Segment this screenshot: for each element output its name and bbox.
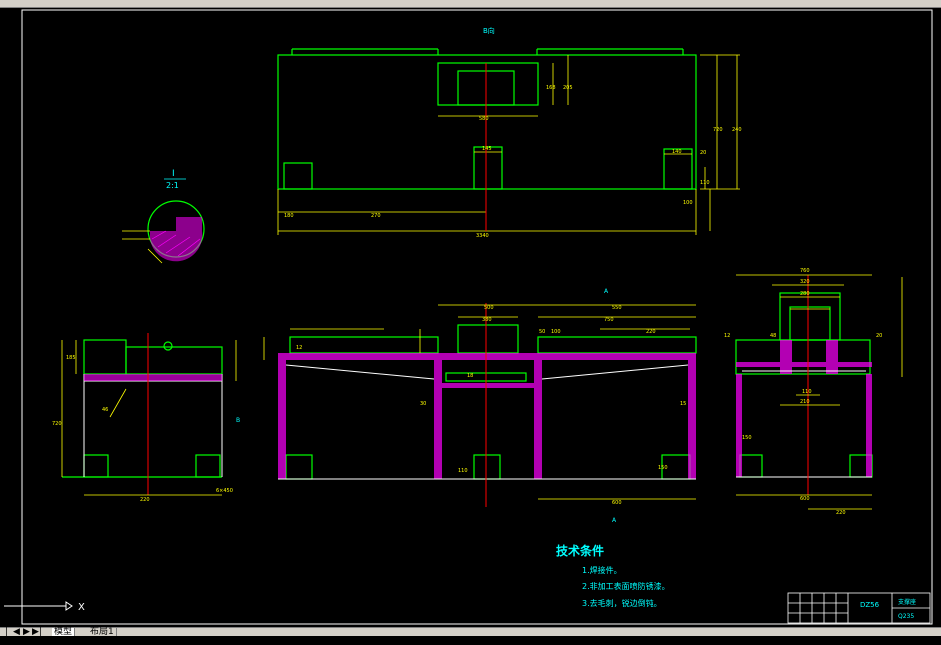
left-view: 185 720 220 46 6×450 B	[52, 333, 240, 503]
detail-label-bottom: 2:1	[166, 181, 179, 190]
dim-side-600: 600	[800, 496, 810, 502]
dim-top-20: 20	[700, 150, 706, 156]
dim-left-720: 720	[52, 421, 62, 427]
right-view: 760 320 280 210 110 150 600 220 48 12 20	[724, 268, 903, 516]
section-marker-top: A	[604, 288, 609, 295]
dim-front-18: 18	[467, 373, 473, 379]
dim-front-600: 600	[612, 500, 622, 506]
tech-item-3: 3.去毛刺，锐边倒钝。	[582, 598, 662, 608]
dim-front-50: 50	[539, 329, 545, 335]
dim-top-580: 580	[479, 116, 489, 122]
dim-side-280: 280	[800, 291, 810, 297]
tech-item-1: 1.焊接件。	[582, 565, 622, 575]
dim-front-150: 150	[658, 465, 668, 471]
dim-front-500: 500	[484, 305, 494, 311]
dim-side-20: 20	[876, 333, 882, 339]
part-material: Q235	[898, 613, 914, 620]
dim-side-150: 150	[742, 435, 752, 441]
dim-side-220: 220	[836, 510, 846, 516]
dim-front-100: 100	[551, 329, 561, 335]
dim-front-380: 380	[482, 317, 492, 323]
dim-left-185: 185	[66, 355, 76, 361]
top-view-label: B向	[483, 26, 495, 35]
tech-item-2: 2.非加工表面喷防锈漆。	[582, 581, 670, 591]
dim-top-720: 720	[713, 127, 723, 133]
ucs-icon: X	[4, 601, 85, 613]
dim-front-550: 550	[612, 305, 622, 311]
dim-top-145: 145	[482, 146, 492, 152]
tech-requirements: 技术条件 1.焊接件。 2.非加工表面喷防锈漆。 3.去毛刺，锐边倒钝。	[556, 543, 670, 608]
dim-top-100: 100	[683, 200, 693, 206]
dim-side-210: 210	[800, 399, 810, 405]
dim-side-12: 12	[724, 333, 730, 339]
dim-top-140: 140	[672, 149, 682, 155]
dim-front-12: 12	[296, 345, 302, 351]
weld-note: 6×450	[216, 488, 233, 494]
drawing-canvas[interactable]: 580 145 140 270 180 3340 100 20 168 205 …	[0, 7, 941, 627]
dim-front-15: 15	[680, 401, 686, 407]
dim-top-168: 168	[546, 85, 556, 91]
detail-label-top: I	[172, 169, 175, 179]
title-block: DZ56 支撑座 Q235	[787, 592, 931, 624]
dim-front-30: 30	[420, 401, 426, 407]
tech-title: 技术条件	[556, 543, 604, 558]
dim-front-110: 110	[458, 468, 468, 474]
ucs-x-label: X	[78, 602, 85, 613]
dim-left-46: 46	[102, 407, 108, 413]
dim-side-760: 760	[800, 268, 810, 274]
dim-top-240: 240	[732, 127, 742, 133]
section-marker-bottom: A	[612, 517, 617, 524]
dim-front-220: 220	[646, 329, 656, 335]
front-view: 500 550 380 750 220 100 50 12 18 150 600…	[263, 288, 697, 524]
dim-top-180: 180	[284, 213, 294, 219]
dim-top-3340: 3340	[476, 233, 489, 239]
dim-top-270: 270	[371, 213, 381, 219]
dim-top-110: 110	[700, 180, 710, 186]
part-name: 支撑座	[898, 598, 916, 606]
dim-side-48: 48	[770, 333, 776, 339]
dim-front-750: 750	[604, 317, 614, 323]
top-view: 580 145 140 270 180 3340 100 20 168 205 …	[277, 26, 742, 239]
dim-side-320: 320	[800, 279, 810, 285]
part-code: DZ56	[860, 601, 880, 609]
dim-side-110: 110	[802, 389, 812, 395]
dim-top-205: 205	[563, 85, 573, 91]
dim-left-220: 220	[140, 497, 150, 503]
side-marker: B	[236, 417, 240, 424]
detail-view: I 2:1	[122, 169, 205, 264]
